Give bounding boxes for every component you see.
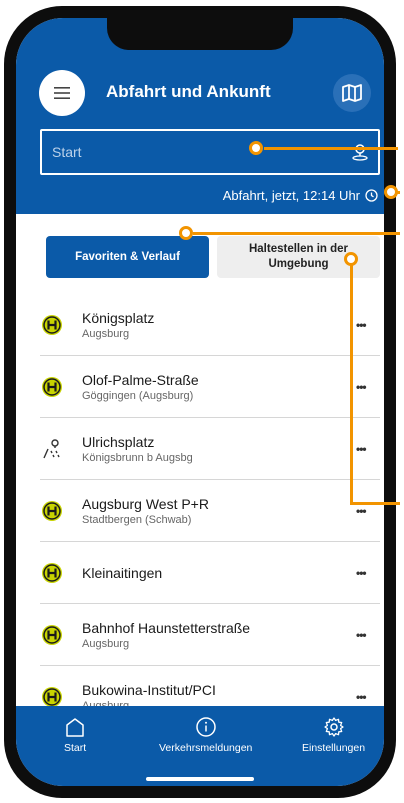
stop-area: Königsbrunn b Augsbg (82, 452, 193, 464)
stop-text: Kleinaitingen (82, 564, 162, 582)
more-options-button[interactable]: ••• (356, 318, 367, 332)
stop-list-item[interactable]: Augsburg West P+R Stadtbergen (Schwab) ••• (16, 480, 384, 542)
location-route-icon (43, 439, 60, 459)
phone-frame: Abfahrt und Ankunft Start Abfahrt, jetzt… (4, 6, 396, 798)
departure-time-selector[interactable]: Abfahrt, jetzt, 12:14 Uhr (223, 188, 378, 203)
stop-area: Göggingen (Augsburg) (82, 390, 194, 402)
tab-favorites[interactable]: Favoriten & Verlauf (46, 236, 209, 278)
stop-name: Olof-Palme-Straße (82, 372, 199, 388)
annotation-dot (249, 141, 263, 155)
location-pin-icon[interactable] (350, 142, 370, 162)
annotation-line (350, 264, 353, 505)
annotation-line (350, 502, 400, 505)
stop-area: Augsburg (82, 638, 130, 650)
info-icon (195, 717, 216, 737)
nav-settings-label: Einstellungen (302, 742, 366, 754)
gear-icon (323, 717, 344, 737)
annotation-dot (344, 252, 358, 266)
stop-list-item[interactable]: Königsplatz Augsburg ••• (16, 294, 384, 356)
stop-name: Kleinaitingen (82, 565, 163, 581)
app-screen: Abfahrt und Ankunft Start Abfahrt, jetzt… (16, 18, 384, 786)
stop-list-item[interactable]: Olof-Palme-Straße Göggingen (Augsburg) ••• (16, 356, 384, 418)
map-button[interactable] (333, 74, 371, 112)
menu-button[interactable] (39, 70, 85, 116)
clock-icon (365, 189, 378, 202)
annotation-line (264, 147, 398, 150)
bus-stop-icon (42, 315, 62, 335)
more-options-button[interactable]: ••• (356, 380, 367, 394)
more-options-button[interactable]: ••• (356, 442, 367, 456)
phone-notch (107, 18, 293, 50)
bus-stop-icon (42, 687, 62, 707)
bus-stop-icon (42, 625, 62, 645)
more-options-button[interactable]: ••• (356, 628, 367, 642)
stop-text: Ulrichsplatz Königsbrunn b Augsbg (82, 433, 193, 465)
stop-list-item[interactable]: Kleinaitingen ••• (16, 542, 384, 604)
nav-settings[interactable]: Einstellungen (302, 716, 365, 754)
bottom-navigation: Start Verkehrsmeldungen Einstellungen (16, 706, 384, 786)
page-title: Abfahrt und Ankunft (106, 82, 271, 101)
home-icon (66, 718, 84, 737)
bus-stop-icon (42, 377, 62, 397)
hamburger-menu-icon (54, 87, 70, 99)
nav-traffic-news[interactable]: Verkehrsmeldungen (159, 716, 252, 754)
stop-text: Augsburg West P+R Stadtbergen (Schwab) (82, 495, 209, 527)
departure-label: Abfahrt, jetzt, 12:14 Uhr (222, 188, 360, 203)
nav-start[interactable]: Start (64, 716, 86, 754)
stop-name: Ulrichsplatz (82, 434, 155, 450)
stop-text: Bahnhof Haunstetterstraße Augsburg (82, 619, 250, 651)
stop-name: Bukowina-Institut/PCI (82, 682, 216, 698)
annotation-line (193, 232, 400, 235)
bus-stop-icon (42, 563, 62, 583)
stop-area: Augsburg (82, 328, 130, 340)
stop-list-item[interactable]: Ulrichsplatz Königsbrunn b Augsbg ••• (16, 418, 384, 480)
stop-list-item[interactable]: Bahnhof Haunstetterstraße Augsburg ••• (16, 604, 384, 666)
tab-nearby-label: Haltestellen in der Umgebung (248, 243, 349, 270)
stop-name: Bahnhof Haunstetterstraße (82, 620, 251, 636)
stop-name: Königsplatz (82, 310, 155, 326)
more-options-button[interactable]: ••• (356, 690, 367, 704)
stop-text: Königsplatz Augsburg (82, 309, 154, 341)
search-placeholder: Start (52, 144, 82, 160)
stop-list: Königsplatz Augsburg ••• Olof-Palme-Straße G… (16, 294, 384, 728)
map-icon (342, 84, 362, 102)
home-indicator (146, 777, 254, 781)
stop-area: Stadtbergen (Schwab) (82, 514, 192, 526)
stop-text: Olof-Palme-Straße Göggingen (Augsburg) (82, 371, 199, 403)
stop-name: Augsburg West P+R (82, 496, 209, 512)
annotation-dot (384, 185, 398, 199)
start-search-input[interactable]: Start (40, 129, 380, 175)
annotation-dot (179, 226, 193, 240)
more-options-button[interactable]: ••• (356, 504, 367, 518)
nav-start-label: Start (64, 742, 87, 754)
tab-bar: Favoriten & Verlauf Haltestellen in der … (46, 236, 380, 278)
more-options-button[interactable]: ••• (356, 566, 367, 580)
nav-news-label: Verkehrsmeldungen (159, 742, 253, 754)
bus-stop-icon (42, 501, 62, 521)
